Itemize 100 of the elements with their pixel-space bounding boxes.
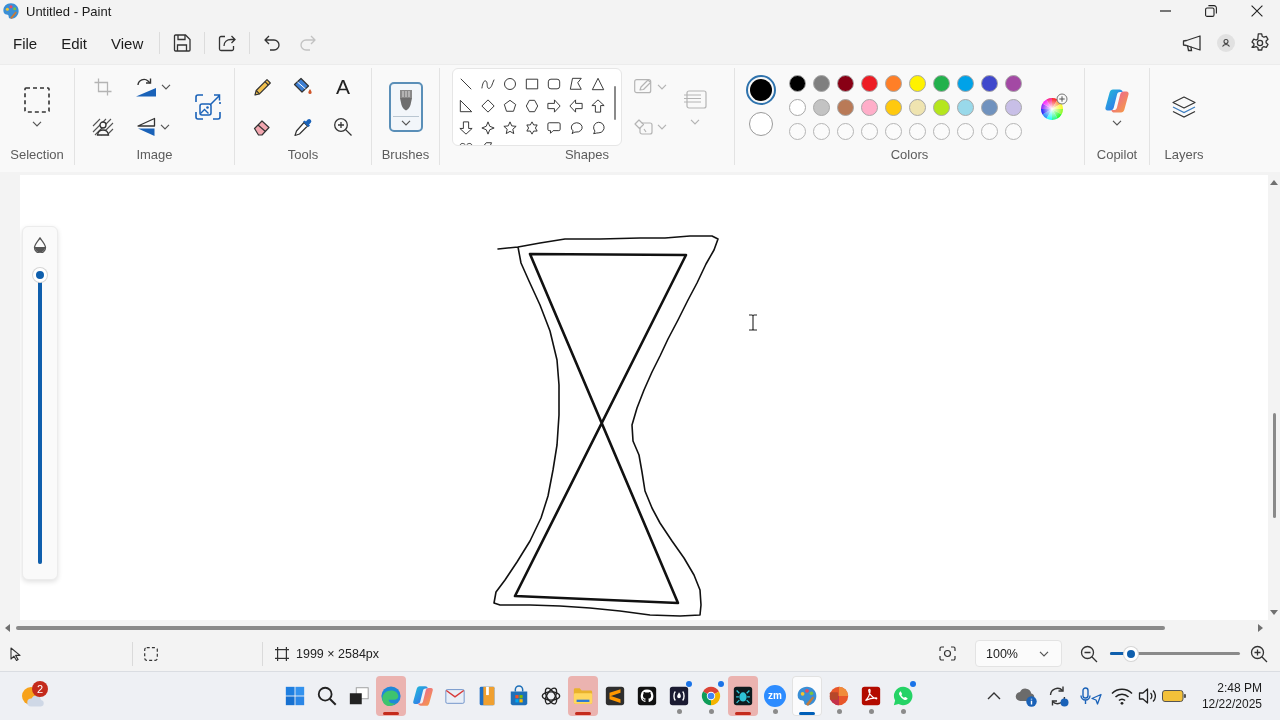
sync-icon[interactable]	[1047, 685, 1069, 707]
scroll-left-icon[interactable]	[5, 624, 10, 632]
lightning-icon[interactable]	[481, 142, 495, 145]
empty-color-slot-icon[interactable]	[788, 122, 806, 140]
brush-size-slider[interactable]	[33, 268, 47, 564]
taskbar-app-button[interactable]	[728, 676, 758, 716]
color-swatch[interactable]	[956, 74, 974, 92]
oval-icon[interactable]	[503, 77, 517, 91]
color-swatch[interactable]	[836, 74, 854, 92]
color-swatch[interactable]	[884, 74, 902, 92]
wifi-icon[interactable]	[1111, 687, 1133, 705]
empty-color-slot-icon[interactable]	[860, 122, 878, 140]
four-point-star-icon[interactable]	[481, 121, 495, 135]
scroll-up-icon[interactable]	[1270, 180, 1278, 185]
text-button[interactable]: A	[327, 71, 359, 103]
rotate-icon	[135, 77, 157, 97]
hexagon-icon[interactable]	[525, 99, 539, 113]
rounded-rectangle-icon[interactable]	[547, 77, 561, 91]
pentagon-icon[interactable]	[503, 99, 517, 113]
empty-color-slot-icon[interactable]	[980, 122, 998, 140]
zoom-dropdown[interactable]: 100%	[975, 640, 1062, 667]
color-swatch[interactable]	[908, 74, 926, 92]
canvas-size-icon	[275, 646, 289, 661]
color-swatch[interactable]	[788, 98, 806, 116]
round-speech-bubble-icon[interactable]	[591, 121, 605, 135]
empty-color-slot-icon[interactable]	[932, 122, 950, 140]
group-label: Tools	[286, 146, 320, 164]
undo-icon	[263, 34, 282, 52]
edit-colors-button[interactable]	[1040, 93, 1068, 121]
oval-speech-bubble-icon[interactable]	[569, 121, 583, 135]
color-swatch[interactable]	[908, 98, 926, 116]
scroll-right-icon[interactable]	[1258, 624, 1263, 632]
empty-color-slot-icon[interactable]	[956, 122, 974, 140]
up-arrow-icon[interactable]	[591, 99, 605, 113]
left-arrow-icon[interactable]	[569, 99, 583, 113]
weather-button[interactable]: 2	[14, 676, 52, 716]
caret-icon	[32, 121, 42, 127]
color-swatch[interactable]	[860, 74, 878, 92]
heart-icon[interactable]	[459, 142, 473, 145]
taskbar-app-button[interactable]	[792, 676, 822, 716]
curve-icon[interactable]	[481, 77, 495, 91]
empty-color-slot-icon[interactable]	[908, 122, 926, 140]
menu-item[interactable]: File	[1, 27, 50, 59]
line-icon[interactable]	[459, 77, 473, 91]
six-point-star-icon[interactable]	[525, 121, 539, 135]
slider-thumb[interactable]	[1123, 646, 1138, 661]
microphone-location-icon[interactable]	[1080, 687, 1102, 705]
menu-item[interactable]: View	[99, 27, 156, 59]
diamond-icon[interactable]	[481, 99, 495, 113]
magnifier-icon	[333, 117, 353, 137]
battery-icon[interactable]	[1162, 689, 1186, 703]
zoom-in-button[interactable]	[1250, 644, 1268, 663]
right-triangle-icon[interactable]	[459, 99, 473, 113]
active-color-swatch[interactable]	[746, 74, 776, 105]
right-arrow-icon[interactable]	[547, 99, 561, 113]
clock-time: 2:48 PM	[1217, 680, 1262, 696]
fit-to-window-button[interactable]	[938, 644, 956, 663]
polygon-icon[interactable]	[569, 77, 583, 91]
color-swatch[interactable]	[980, 98, 998, 116]
active-color-swatch[interactable]	[749, 111, 773, 136]
menu-item[interactable]: Edit	[49, 27, 100, 59]
color-swatch[interactable]	[884, 98, 902, 116]
swirl-icon	[380, 685, 402, 707]
color-swatch[interactable]	[860, 98, 878, 116]
empty-color-slot-icon[interactable]	[836, 122, 854, 140]
horizontal-scrollbar-thumb[interactable]	[16, 626, 1165, 630]
speaker-icon[interactable]	[1138, 687, 1156, 705]
color-swatch[interactable]	[980, 74, 998, 92]
empty-color-slot-icon[interactable]	[884, 122, 902, 140]
color-swatch[interactable]	[812, 74, 830, 92]
rectangle-icon[interactable]	[525, 77, 539, 91]
color-swatch[interactable]	[788, 74, 806, 92]
color-swatch[interactable]	[932, 74, 950, 92]
down-arrow-icon[interactable]	[459, 121, 473, 135]
group-label: Selection	[9, 146, 65, 164]
speech-bubble-icon[interactable]	[547, 121, 561, 135]
focus-frame-icon	[938, 646, 956, 661]
tricolor-circle-icon	[700, 685, 722, 707]
group-label: Layers	[1163, 146, 1205, 164]
empty-color-slot-icon[interactable]	[1004, 122, 1022, 140]
zoom-out-button[interactable]	[1080, 644, 1098, 663]
scroll-down-icon[interactable]	[1270, 610, 1278, 615]
slider-thumb[interactable]	[33, 268, 47, 282]
color-swatch[interactable]	[1004, 98, 1022, 116]
color-swatch[interactable]	[812, 98, 830, 116]
chat-bubble-icon	[892, 685, 914, 707]
color-swatch[interactable]	[836, 98, 854, 116]
vertical-scrollbar-thumb[interactable]	[1272, 413, 1276, 518]
zoom-slider[interactable]	[1110, 646, 1240, 661]
color-swatch[interactable]	[956, 98, 974, 116]
segmented-circle-icon	[828, 685, 850, 707]
caret-icon	[657, 124, 667, 130]
flip-icon	[136, 117, 156, 137]
color-swatch[interactable]	[932, 98, 950, 116]
five-point-star-icon[interactable]	[503, 121, 517, 135]
triangle-icon[interactable]	[591, 77, 605, 91]
brushes-button[interactable]	[388, 82, 423, 132]
empty-color-slot-icon[interactable]	[812, 122, 830, 140]
gallery-scrollbar-thumb[interactable]	[614, 86, 616, 120]
color-swatch[interactable]	[1004, 74, 1022, 92]
